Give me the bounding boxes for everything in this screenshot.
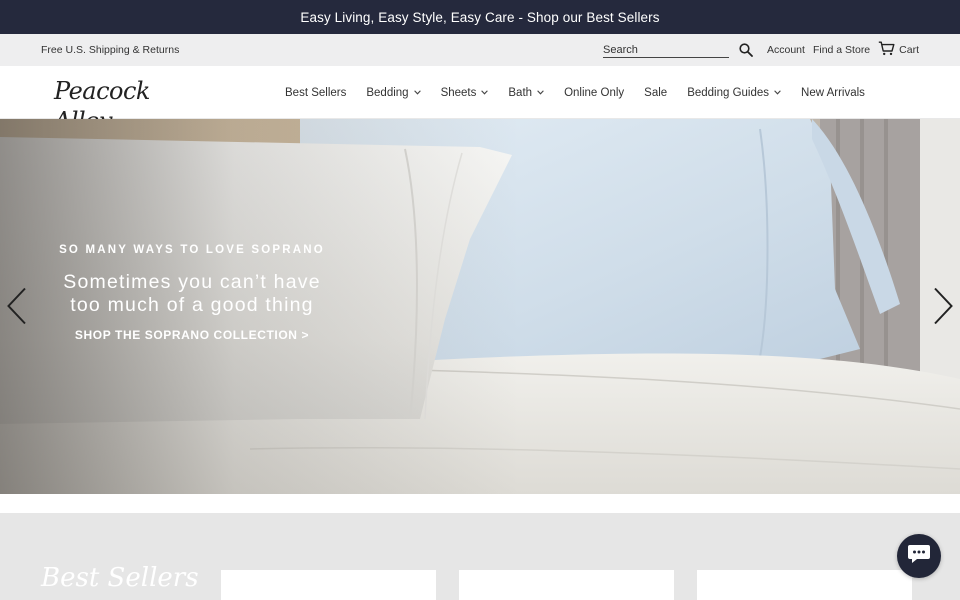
promo-text[interactable]: Easy Living, Easy Style, Easy Care - Sho… [300, 10, 659, 25]
nav-item-new-arrivals[interactable]: New Arrivals [801, 87, 865, 99]
nav-item-label: Sheets [440, 86, 477, 99]
search-input[interactable] [603, 44, 729, 57]
main-header: Peacock Alley Best Sellers Bedding Sheet… [0, 66, 960, 135]
chevron-down-icon [481, 90, 489, 95]
cart-icon [878, 41, 899, 59]
cart-link[interactable]: Cart [878, 41, 919, 59]
hero-headline-line2: too much of a good thing [70, 294, 314, 316]
logo[interactable]: Peacock Alley [54, 76, 206, 135]
utility-bar: Free U.S. Shipping & Returns Account Fin… [0, 34, 960, 66]
hero-copy: SO MANY WAYS TO LOVE SOPRANO Sometimes y… [57, 244, 327, 342]
hero-eyebrow: SO MANY WAYS TO LOVE SOPRANO [59, 244, 325, 256]
product-card[interactable] [459, 570, 674, 600]
nav-item-label: Sale [644, 86, 668, 99]
chevron-right-icon [932, 287, 954, 330]
search-field[interactable] [603, 42, 729, 58]
chat-button[interactable] [897, 534, 941, 578]
nav-item-bedding[interactable]: Bedding [366, 86, 421, 99]
search-icon[interactable] [739, 43, 753, 57]
section-divider [0, 494, 960, 513]
cart-label: Cart [899, 44, 919, 56]
product-card[interactable] [697, 570, 912, 600]
nav-item-label: Best Sellers [285, 86, 347, 99]
account-link[interactable]: Account [767, 44, 805, 56]
nav-item-label: Bath [508, 86, 533, 99]
hero-headline-line1: Sometimes you can’t have [63, 271, 321, 293]
best-sellers-title: Best Sellers [41, 563, 199, 593]
shipping-notice: Free U.S. Shipping & Returns [41, 44, 180, 56]
nav-item-sheets[interactable]: Sheets [441, 87, 489, 99]
best-sellers-section: Best Sellers [0, 513, 960, 600]
utility-links: Account Find a Store Cart [603, 41, 919, 59]
hero-banner[interactable]: SO MANY WAYS TO LOVE SOPRANO Sometimes y… [0, 119, 960, 494]
nav-item-best-sellers[interactable]: Best Sellers [285, 87, 346, 99]
nav-item-label: New Arrivals [801, 86, 865, 99]
carousel-prev-button[interactable] [5, 287, 29, 330]
nav-item-bedding-guides[interactable]: Bedding Guides [687, 87, 781, 99]
find-store-link[interactable]: Find a Store [813, 44, 870, 56]
nav-item-bath[interactable]: Bath [508, 87, 544, 99]
chevron-down-icon [774, 90, 781, 95]
hero-cta-link[interactable]: SHOP THE SOPRANO COLLECTION > [57, 328, 327, 342]
nav-item-label: Online Only [564, 86, 625, 99]
hero-headline: Sometimes you can’t have too much of a g… [57, 271, 327, 317]
promo-banner[interactable]: Easy Living, Easy Style, Easy Care - Sho… [0, 0, 960, 34]
chevron-left-icon [6, 287, 28, 330]
chevron-down-icon [537, 90, 544, 95]
nav-item-sale[interactable]: Sale [644, 87, 667, 99]
nav-item-label: Bedding Guides [687, 86, 770, 99]
chevron-down-icon [413, 90, 421, 95]
chat-icon [907, 543, 931, 570]
carousel-next-button[interactable] [931, 287, 955, 330]
nav-item-label: Bedding [366, 86, 409, 99]
main-nav: Best Sellers Bedding Sheets Bath Online … [285, 66, 885, 119]
product-card[interactable] [221, 570, 436, 600]
nav-item-online-only[interactable]: Online Only [564, 87, 624, 99]
